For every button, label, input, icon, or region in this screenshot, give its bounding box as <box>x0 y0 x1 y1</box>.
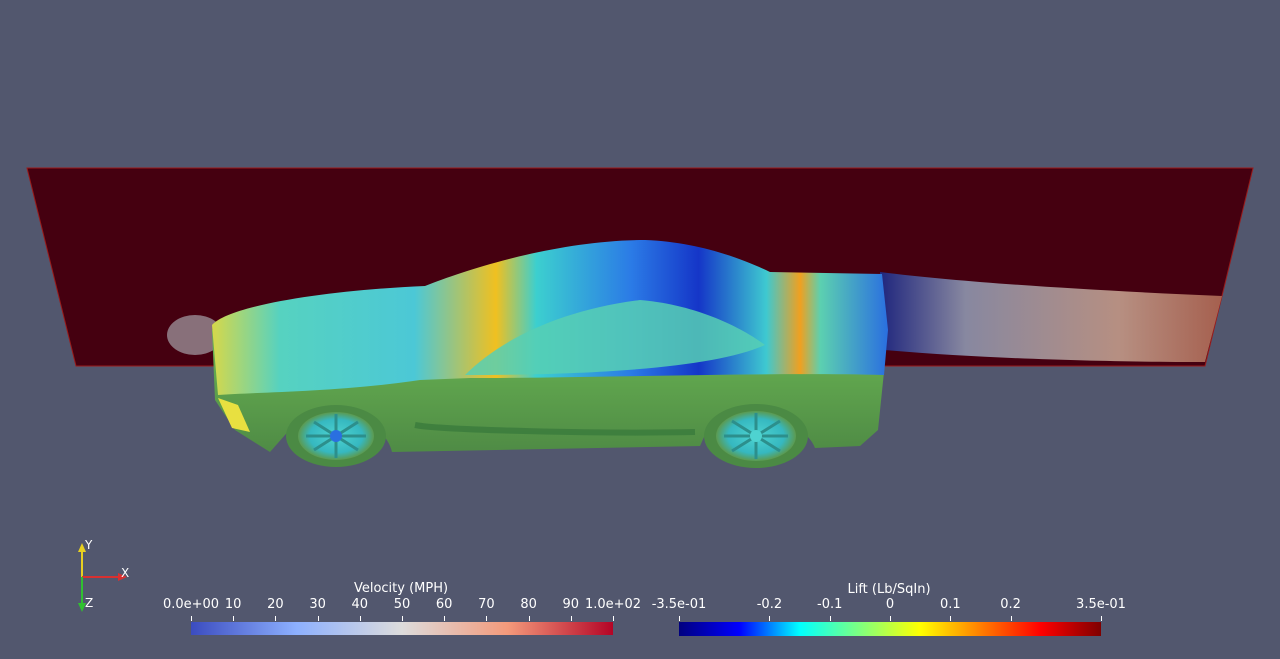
rear-wheel <box>704 404 808 468</box>
colorbar-tick-mark <box>570 616 572 621</box>
colorbar-tick-label: 70 <box>478 597 495 612</box>
colorbar-tick-mark <box>1101 616 1102 621</box>
colorbar-tick-label: 0.1 <box>939 597 961 612</box>
colorbar-tick-mark <box>444 616 446 621</box>
colorbar-tick-mark <box>829 616 831 621</box>
colorbar-tick-label: 80 <box>520 597 537 612</box>
axis-x-label: X <box>121 566 130 580</box>
colorbar-tick-mark <box>233 616 235 621</box>
colorbar-tick-mark <box>528 616 530 621</box>
colorbar-tick-mark <box>275 616 277 621</box>
colorbar-tick-label: -0.1 <box>817 597 843 612</box>
colorbar-tick-label: 50 <box>393 597 411 612</box>
colorbar-tick-mark <box>1010 616 1012 621</box>
colorbar-gradient <box>679 622 1101 636</box>
colorbar-tick-label: 90 <box>562 597 580 612</box>
colorbar-gradient <box>191 622 613 635</box>
colorbar-tick-mark <box>769 616 771 621</box>
colorbar-tick-mark <box>317 616 319 621</box>
axis-y-label: Y <box>85 538 93 552</box>
colorbar-tick-label: -3.5e-01 <box>651 597 707 612</box>
colorbar-tick-mark <box>402 616 403 621</box>
colorbar-tick-mark <box>890 616 891 621</box>
axis-z-label: Z <box>85 596 94 610</box>
colorbar-title: Lift (Lb/SqIn) <box>847 582 931 597</box>
render-viewport[interactable] <box>0 0 1280 659</box>
colorbar-tick-label: 0 <box>885 597 895 612</box>
colorbar-tick-label: 10 <box>224 597 242 612</box>
colorbar-tick-label: 0.0e+00 <box>162 597 220 612</box>
colorbar-tick-label: 60 <box>435 597 453 612</box>
colorbar-tick-mark <box>950 616 952 621</box>
colorbar-tick-mark <box>191 616 192 621</box>
colorbar-tick-label: 30 <box>309 597 326 612</box>
colorbar-tick-mark <box>613 616 614 621</box>
colorbar-tick-label: 40 <box>351 597 369 612</box>
colorbar-tick-label: 1.0e+02 <box>584 597 642 612</box>
colorbar-tick-label: 3.5e-01 <box>1076 597 1126 612</box>
colorbar-tick-label: 20 <box>267 597 284 612</box>
colorbar-tick-mark <box>359 616 361 621</box>
front-wheel <box>286 405 386 467</box>
colorbar-title: Velocity (MPH) <box>353 581 449 596</box>
colorbar-tick-label: 0.2 <box>1000 597 1021 612</box>
colorbar-tick-mark <box>486 616 488 621</box>
colorbar-tick-mark <box>679 616 680 621</box>
colorbar-tick-label: -0.2 <box>756 597 783 612</box>
